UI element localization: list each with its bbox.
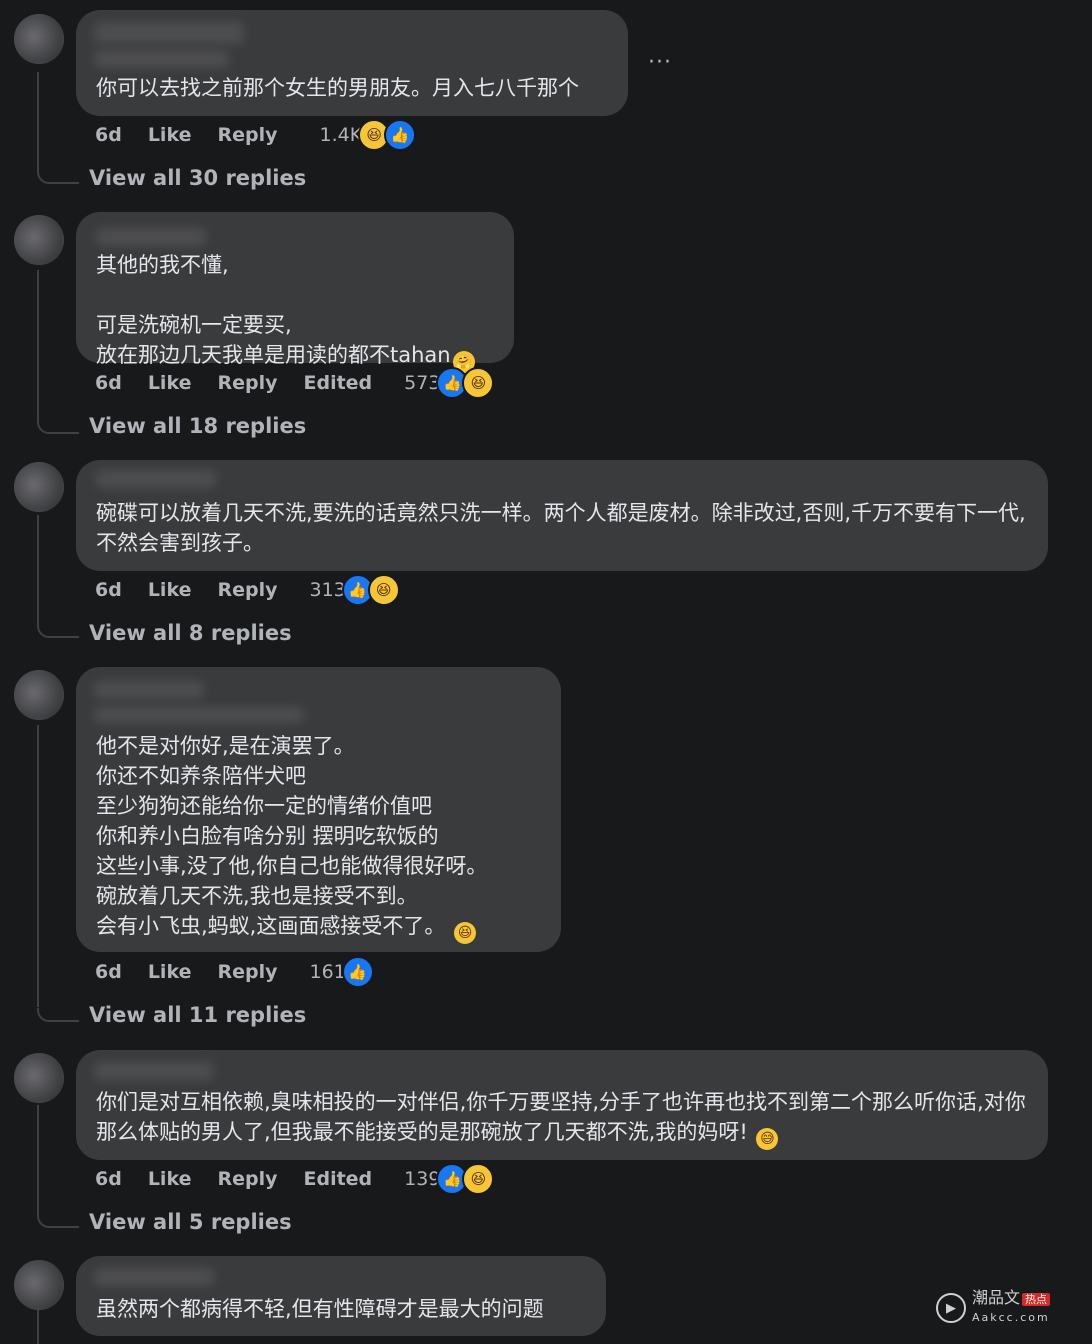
- commenter-name-blurred[interactable]: [94, 681, 204, 699]
- reactions[interactable]: 👍 😆: [341, 574, 400, 606]
- view-replies-link[interactable]: View all 8 replies: [89, 621, 292, 645]
- reaction-count[interactable]: 313: [309, 579, 345, 601]
- avatar[interactable]: [14, 670, 64, 720]
- like-icon: 👍: [341, 956, 374, 988]
- avatar[interactable]: [14, 14, 64, 64]
- reply-button[interactable]: Reply: [217, 1168, 277, 1190]
- comment-time[interactable]: 6d: [95, 579, 122, 601]
- comment-text: 你可以去找之前那个女生的男朋友。月入七八千那个: [96, 76, 579, 100]
- comment-text: 虽然两个都病得不轻,但有性障碍才是最大的问题: [96, 1297, 544, 1321]
- haha-icon: 😆: [367, 574, 400, 606]
- commenter-name-blurred[interactable]: [96, 228, 206, 246]
- reactions[interactable]: 👍 😆: [436, 1163, 495, 1195]
- reaction-count[interactable]: 573: [404, 372, 440, 394]
- avatar[interactable]: [14, 215, 64, 265]
- comment-actions: 6d Like Reply 313 👍 😆: [95, 574, 426, 606]
- reactions[interactable]: 👍: [341, 956, 374, 988]
- watermark-tag: 热点: [1022, 1293, 1051, 1306]
- reaction-count[interactable]: 1.4K: [319, 124, 362, 146]
- watermark-url: Aakcc.com: [972, 1311, 1050, 1324]
- commenter-name-blurred[interactable]: [94, 1062, 214, 1080]
- comment-bubble: 虽然两个都病得不轻,但有性障碍才是最大的问题: [76, 1256, 606, 1336]
- comment-actions: 6d Like Reply 1.4K 😆 👍: [95, 119, 442, 151]
- watermark: ▶ 潮品文 热点 Aakcc.com: [936, 1288, 1051, 1327]
- comment-bubble: 碗碟可以放着几天不洗,要洗的话竟然只洗一样。两个人都是废材。除非改过,否则,千万…: [76, 460, 1048, 571]
- sweat-smile-emoji-icon: 😅: [756, 1128, 779, 1150]
- comment-text: 他不是对你好,是在演罢了。 你还不如养条陪伴犬吧 至少狗狗还能给你一定的情绪价值…: [96, 734, 488, 938]
- comment-actions: 6d Like Reply Edited 573 👍 😆: [95, 367, 520, 399]
- like-icon: 👍: [384, 119, 417, 151]
- comment-time[interactable]: 6d: [95, 961, 122, 983]
- comment-bubble: 其他的我不懂, 可是洗碗机一定要买, 放在那边几天我单是用读的都不tahan 🤗: [76, 212, 514, 373]
- edited-label[interactable]: Edited: [303, 1168, 372, 1190]
- comment-text: 其他的我不懂, 可是洗碗机一定要买, 放在那边几天我单是用读的都不tahan: [96, 253, 451, 367]
- play-icon: ▶: [936, 1293, 966, 1323]
- comment-text: 你们是对互相依赖,臭味相投的一对伴侣,你千万要坚持,分手了也许再也找不到第二个那…: [96, 1090, 1026, 1144]
- haha-icon: 😆: [462, 367, 495, 399]
- reply-button[interactable]: Reply: [217, 579, 277, 601]
- like-button[interactable]: Like: [148, 372, 192, 394]
- reaction-count[interactable]: 139: [404, 1168, 440, 1190]
- comment-time[interactable]: 6d: [95, 1168, 122, 1190]
- reaction-count[interactable]: 161: [309, 961, 345, 983]
- like-button[interactable]: Like: [148, 1168, 192, 1190]
- view-replies-link[interactable]: View all 5 replies: [89, 1210, 292, 1234]
- watermark-title: 潮品文: [972, 1288, 1021, 1307]
- view-replies-link[interactable]: View all 30 replies: [89, 166, 306, 190]
- comment-text: 碗碟可以放着几天不洗,要洗的话竟然只洗一样。两个人都是废材。除非改过,否则,千万…: [96, 501, 1026, 555]
- avatar[interactable]: [14, 462, 64, 512]
- comment-bubble: 你可以去找之前那个女生的男朋友。月入七八千那个: [76, 10, 628, 116]
- avatar[interactable]: [14, 1053, 64, 1103]
- reactions[interactable]: 👍 😆: [436, 367, 495, 399]
- comment-bubble: 你们是对互相依赖,臭味相投的一对伴侣,你千万要坚持,分手了也许再也找不到第二个那…: [76, 1050, 1048, 1160]
- commenter-name-blurred[interactable]: [94, 22, 244, 44]
- laughing-emoji-icon: 😆: [454, 922, 477, 944]
- like-button[interactable]: Like: [148, 579, 192, 601]
- view-replies-link[interactable]: View all 18 replies: [89, 414, 306, 438]
- edited-label[interactable]: Edited: [303, 372, 372, 394]
- view-replies-link[interactable]: View all 11 replies: [89, 1003, 306, 1027]
- comment-actions: 6d Like Reply 161 👍: [95, 956, 400, 988]
- commenter-name-blurred[interactable]: [96, 470, 216, 488]
- like-button[interactable]: Like: [148, 124, 192, 146]
- avatar[interactable]: [14, 1260, 64, 1310]
- reply-button[interactable]: Reply: [217, 961, 277, 983]
- comment-bubble: 他不是对你好,是在演罢了。 你还不如养条陪伴犬吧 至少狗狗还能给你一定的情绪价值…: [76, 667, 561, 952]
- reactions[interactable]: 😆 👍: [358, 119, 417, 151]
- comment-time[interactable]: 6d: [95, 372, 122, 394]
- comment-actions: 6d Like Reply Edited 139 👍 😆: [95, 1163, 520, 1195]
- more-options-icon[interactable]: ···: [648, 50, 672, 75]
- commenter-name-blurred[interactable]: [94, 1268, 214, 1286]
- comment-time[interactable]: 6d: [95, 124, 122, 146]
- haha-icon: 😆: [462, 1163, 495, 1195]
- like-button[interactable]: Like: [148, 961, 192, 983]
- reply-button[interactable]: Reply: [217, 372, 277, 394]
- reply-button[interactable]: Reply: [217, 124, 277, 146]
